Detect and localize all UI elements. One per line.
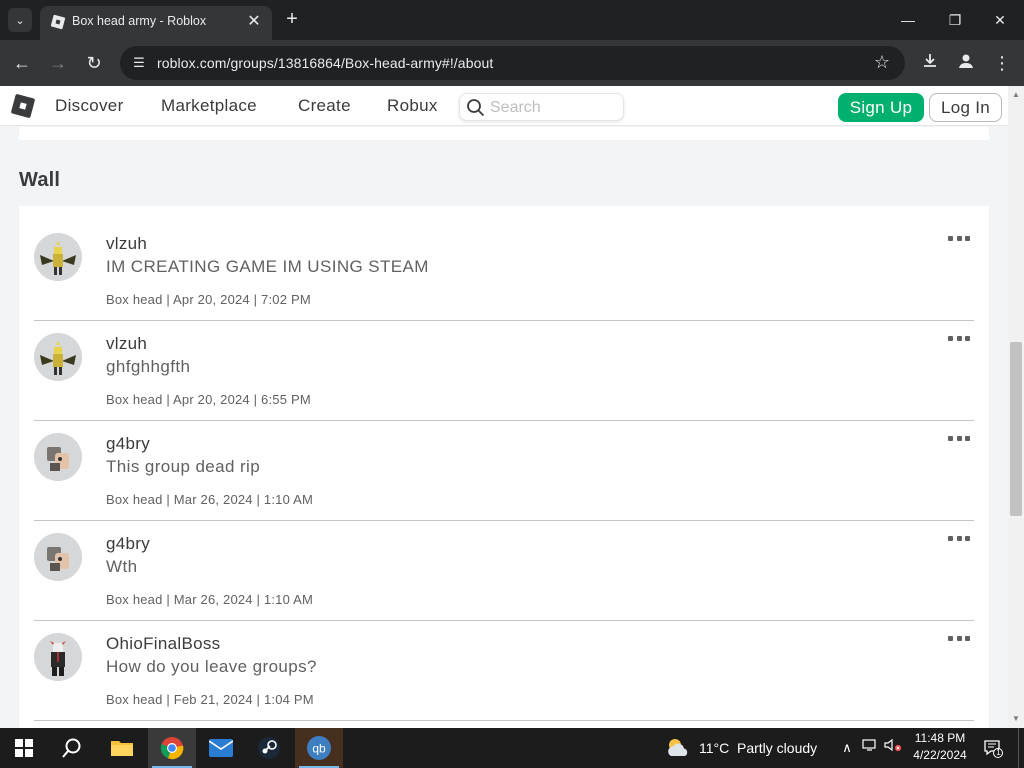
kebab-menu-icon[interactable]: ⋮ xyxy=(990,51,1014,75)
partly-cloudy-weather-icon[interactable] xyxy=(665,736,691,760)
sign-up-button[interactable]: Sign Up xyxy=(838,93,924,122)
nav-link-robux[interactable]: Robux xyxy=(387,96,438,116)
search-box[interactable] xyxy=(459,93,624,121)
address-url[interactable]: roblox.com/groups/13816864/Box-head-army… xyxy=(157,55,493,71)
restore-icon[interactable]: ❐ xyxy=(945,10,965,30)
post-meta: Box head | Apr 20, 2024 | 6:55 PM xyxy=(106,392,311,407)
about-card-bottom xyxy=(19,127,989,140)
network-icon[interactable] xyxy=(861,738,879,758)
yellow-wings-avatar-icon xyxy=(34,233,82,281)
back-arrow-icon[interactable]: ← xyxy=(10,51,34,75)
wall-post: vlzuh ghfghhgfth Box head | Apr 20, 2024… xyxy=(34,321,974,421)
user-avatar[interactable] xyxy=(34,633,82,681)
post-more-menu-icon[interactable] xyxy=(948,531,970,545)
search-taskbar-icon[interactable] xyxy=(48,728,96,768)
chevron-up-icon[interactable]: ∧ xyxy=(838,738,856,758)
user-avatar[interactable] xyxy=(34,233,82,281)
windows-taskbar: qb 11°C Partly cloudy ∧ 11:48 PM 4/22/20… xyxy=(0,728,1024,768)
chrome-icon[interactable] xyxy=(148,728,196,768)
bookmark-star-icon[interactable]: ☆ xyxy=(871,51,893,73)
search-icon xyxy=(467,99,485,117)
profile-icon[interactable] xyxy=(954,51,978,75)
scroll-down-arrow-icon[interactable]: ▼ xyxy=(1008,712,1024,726)
reload-icon[interactable]: ↻ xyxy=(82,51,106,75)
notification-center-icon[interactable]: 1 xyxy=(983,738,1003,758)
scroll-up-arrow-icon[interactable]: ▲ xyxy=(1008,88,1024,102)
scrollbar-thumb[interactable] xyxy=(1010,342,1022,516)
wall-posts-card: vlzuh IM CREATING GAME IM USING STEAM Bo… xyxy=(19,206,989,736)
browser-tab-strip: ⌄ Box head army - Roblox ✕ + — ❐ ✕ xyxy=(0,0,1024,40)
user-avatar[interactable] xyxy=(34,533,82,581)
tab-search-chevron-icon[interactable]: ⌄ xyxy=(8,8,32,32)
post-username[interactable]: OhioFinalBoss xyxy=(106,634,220,654)
post-meta: Box head | Mar 26, 2024 | 1:10 AM xyxy=(106,592,314,607)
roblox-favicon-icon xyxy=(50,14,66,30)
notification-count-badge: 1 xyxy=(996,748,1001,757)
browser-toolbar: ← → ↻ ☰ roblox.com/groups/13816864/Box-h… xyxy=(0,40,1024,86)
wall-post: g4bry This group dead rip Box head | Mar… xyxy=(34,421,974,521)
nav-link-discover[interactable]: Discover xyxy=(55,96,124,116)
user-avatar[interactable] xyxy=(34,433,82,481)
windows-start-icon[interactable] xyxy=(0,728,48,768)
post-meta: Box head | Mar 26, 2024 | 1:10 AM xyxy=(106,492,314,507)
site-info-tune-icon[interactable]: ☰ xyxy=(128,52,150,74)
page-scrollbar[interactable]: ▲ ▼ xyxy=(1008,86,1024,728)
post-meta: Box head | Apr 20, 2024 | 7:02 PM xyxy=(106,292,311,307)
post-meta: Box head | Feb 21, 2024 | 1:04 PM xyxy=(106,692,314,707)
tab-title: Box head army - Roblox xyxy=(72,14,207,28)
weather-temperature[interactable]: 11°C xyxy=(699,740,729,756)
address-bar[interactable]: ☰ roblox.com/groups/13816864/Box-head-ar… xyxy=(120,46,905,80)
grey-robot-avatar-icon xyxy=(34,533,82,581)
tab-close-icon[interactable]: ✕ xyxy=(244,11,264,31)
search-input[interactable] xyxy=(490,98,618,118)
grey-robot-avatar-icon xyxy=(34,433,82,481)
wall-post: vlzuh IM CREATING GAME IM USING STEAM Bo… xyxy=(34,221,974,321)
post-username[interactable]: g4bry xyxy=(106,534,150,554)
clock-time[interactable]: 11:48 PM xyxy=(910,731,970,745)
minimize-icon[interactable]: — xyxy=(898,10,918,30)
post-more-menu-icon[interactable] xyxy=(948,331,970,345)
volume-muted-icon[interactable] xyxy=(884,738,902,758)
post-username[interactable]: vlzuh xyxy=(106,334,147,354)
wall-post: OhioFinalBoss How do you leave groups? B… xyxy=(34,621,974,721)
post-body: IM CREATING GAME IM USING STEAM xyxy=(106,257,429,276)
roblox-navbar: Discover Marketplace Create Robux Sign U… xyxy=(0,86,1008,126)
log-in-button[interactable]: Log In xyxy=(929,93,1002,122)
new-tab-plus-icon[interactable]: + xyxy=(282,9,302,29)
steam-icon[interactable] xyxy=(245,728,293,768)
weather-condition[interactable]: Partly cloudy xyxy=(737,740,817,756)
post-body: Wth xyxy=(106,557,138,576)
wall-post: g4bry Wth Box head | Mar 26, 2024 | 1:10… xyxy=(34,521,974,621)
forward-arrow-icon[interactable]: → xyxy=(46,51,70,75)
roblox-logo-icon[interactable] xyxy=(10,93,36,119)
dark-suit-avatar-icon xyxy=(34,633,82,681)
wall-heading: Wall xyxy=(19,169,61,191)
window-close-icon[interactable]: ✕ xyxy=(990,10,1010,30)
post-more-menu-icon[interactable] xyxy=(948,431,970,445)
post-username[interactable]: g4bry xyxy=(106,434,150,454)
browser-tab[interactable]: Box head army - Roblox ✕ xyxy=(40,6,272,40)
post-body: ghfghhgfth xyxy=(106,357,191,376)
show-desktop-button[interactable] xyxy=(1018,728,1024,768)
svg-text:qb: qb xyxy=(312,742,326,756)
mail-icon[interactable] xyxy=(197,728,245,768)
nav-link-create[interactable]: Create xyxy=(298,96,351,116)
post-more-menu-icon[interactable] xyxy=(948,231,970,245)
post-body: This group dead rip xyxy=(106,457,261,476)
post-username[interactable]: vlzuh xyxy=(106,234,147,254)
user-avatar[interactable] xyxy=(34,333,82,381)
yellow-wings-avatar-icon xyxy=(34,333,82,381)
clock-date[interactable]: 4/22/2024 xyxy=(910,748,970,762)
nav-link-marketplace[interactable]: Marketplace xyxy=(161,96,257,116)
post-more-menu-icon[interactable] xyxy=(948,631,970,645)
download-icon[interactable] xyxy=(918,51,942,75)
post-body: How do you leave groups? xyxy=(106,657,317,676)
qbittorrent-icon[interactable]: qb xyxy=(295,728,343,768)
file-explorer-icon[interactable] xyxy=(98,728,146,768)
